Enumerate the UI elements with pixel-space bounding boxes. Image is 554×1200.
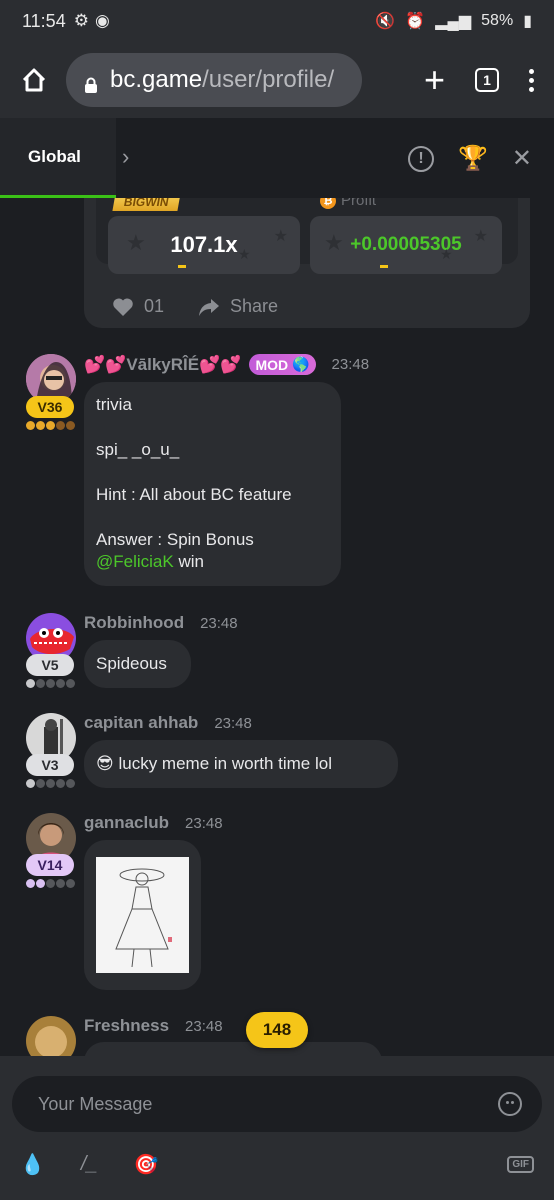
rain-drop-icon[interactable]: 💧 bbox=[20, 1152, 45, 1177]
home-icon bbox=[22, 68, 46, 92]
signal-icon: ▂▄▆ bbox=[435, 13, 472, 30]
timestamp: 23:48 bbox=[214, 714, 252, 732]
emoji-sunglasses: 😎 bbox=[96, 754, 114, 773]
message-line: Hint : All about BC feature bbox=[96, 485, 292, 504]
timestamp: 23:48 bbox=[331, 356, 370, 373]
profit-box: ★ ★ ★ +0.00005305 bbox=[310, 216, 502, 274]
mod-badge: MOD 🌎 bbox=[249, 354, 316, 375]
username[interactable]: gannaclub bbox=[84, 813, 169, 833]
message-text: win bbox=[173, 552, 204, 571]
settings-gear-icon: ⚙ bbox=[73, 11, 89, 30]
message-bubble: Spideous bbox=[84, 640, 191, 688]
message-bubble bbox=[84, 1042, 382, 1056]
vip-progress bbox=[26, 679, 75, 688]
star-icon: ★ bbox=[440, 246, 453, 262]
shared-bet-card[interactable]: BIGWIN ₿ Profit ★ ★ ★ 107.1x ★ ★ ★ +0.00… bbox=[84, 198, 530, 328]
username-row: gannaclub 23:48 bbox=[84, 813, 223, 833]
star-icon: ★ bbox=[273, 228, 288, 245]
timestamp: 23:48 bbox=[200, 614, 238, 632]
vip-progress bbox=[26, 421, 75, 430]
multiplier-value: 107.1x bbox=[170, 232, 238, 257]
message-line: Answer : Spin Bonus bbox=[96, 530, 254, 549]
star-icon: ★ bbox=[473, 228, 488, 245]
tab-global[interactable]: Global bbox=[0, 118, 116, 198]
lock-icon bbox=[84, 72, 98, 93]
vip-badge: V36 bbox=[26, 396, 74, 418]
star-icon: ★ bbox=[238, 246, 251, 262]
username-row: Robbinhood 23:48 bbox=[84, 613, 238, 633]
avatar[interactable] bbox=[26, 1016, 76, 1056]
username-row: 💕💕VālkyRÎÉ💕💕 MOD 🌎 23:48 bbox=[84, 354, 369, 375]
username[interactable]: capitan ahhab bbox=[84, 713, 198, 733]
vip-progress bbox=[26, 879, 75, 888]
globe-icon: 🌎 bbox=[292, 356, 310, 372]
command-slash-icon[interactable]: /_ bbox=[81, 1153, 98, 1176]
message-bubble: trivia spi_ _o_u_ Hint : All about BC fe… bbox=[84, 382, 341, 586]
username-row: capitan ahhab 23:48 bbox=[84, 713, 252, 733]
share-button[interactable]: Share bbox=[198, 296, 278, 317]
battery-icon: ▮ bbox=[523, 13, 532, 30]
gif-icon[interactable]: GIF bbox=[507, 1156, 534, 1173]
vip-badge: V14 bbox=[26, 854, 74, 876]
username[interactable]: 💕💕VālkyRÎÉ💕💕 bbox=[84, 355, 241, 375]
tab-global-label: Global bbox=[28, 146, 81, 166]
message-line: trivia bbox=[96, 395, 132, 414]
url-path: /user/profile/ bbox=[202, 66, 335, 93]
coindrop-icon[interactable]: 🎯 bbox=[134, 1152, 159, 1177]
trophy-icon[interactable]: 🏆 bbox=[458, 144, 488, 173]
close-icon[interactable]: ✕ bbox=[512, 144, 532, 173]
alarm-icon: ⏰ bbox=[405, 13, 426, 30]
username-row: Freshness 23:48 bbox=[84, 1016, 223, 1036]
message-input[interactable]: Your Message bbox=[12, 1076, 542, 1132]
multiplier-box: ★ ★ ★ 107.1x bbox=[108, 216, 300, 274]
bitcoin-icon: ₿ bbox=[320, 198, 336, 209]
share-icon bbox=[199, 298, 220, 316]
browser-toolbar: bc.game/user/profile/ + 1 bbox=[0, 42, 554, 118]
vip-progress bbox=[26, 779, 75, 788]
image-bubble[interactable] bbox=[84, 840, 201, 990]
chat-messages[interactable]: BIGWIN ₿ Profit ★ ★ ★ 107.1x ★ ★ ★ +0.00… bbox=[0, 198, 554, 1056]
confetti-dot bbox=[178, 265, 186, 268]
vip-badge: V5 bbox=[26, 654, 74, 676]
chevron-right-icon[interactable]: › bbox=[122, 144, 129, 170]
profit-label: ₿ Profit bbox=[320, 198, 376, 209]
like-count: 01 bbox=[144, 296, 165, 316]
emoji-icon[interactable] bbox=[498, 1092, 522, 1116]
message-text: lucky meme in worth time lol bbox=[118, 754, 332, 773]
message-bubble: 😎 lucky meme in worth time lol bbox=[84, 740, 398, 788]
address-bar[interactable]: bc.game/user/profile/ bbox=[66, 53, 362, 107]
hotspot-icon: ◉ bbox=[94, 11, 110, 30]
vip-badge: V3 bbox=[26, 754, 74, 776]
info-icon[interactable]: ! bbox=[408, 145, 434, 172]
timestamp: 23:48 bbox=[185, 1017, 223, 1035]
message-composer: Your Message 💧 /_ 🎯 GIF bbox=[0, 1056, 554, 1200]
new-messages-badge[interactable]: 148 bbox=[246, 1012, 308, 1048]
new-tab-button[interactable]: + bbox=[424, 62, 445, 98]
star-icon: ★ bbox=[324, 230, 344, 255]
status-bar: 11:54 ⚙ ◉ 🔇 ⏰ ▂▄▆ 58% ▮ bbox=[0, 0, 554, 42]
message-placeholder: Your Message bbox=[38, 1093, 153, 1114]
tab-switcher-button[interactable]: 1 bbox=[475, 68, 499, 92]
battery-percent: 58% bbox=[481, 12, 514, 29]
status-time: 11:54 bbox=[22, 10, 66, 31]
user-mention[interactable]: @FeliciaK bbox=[96, 552, 174, 571]
browser-menu-button[interactable] bbox=[529, 68, 534, 92]
message-text: Spideous bbox=[96, 654, 167, 673]
username[interactable]: Robbinhood bbox=[84, 613, 184, 633]
heart-icon bbox=[113, 297, 133, 316]
username[interactable]: Freshness bbox=[84, 1016, 169, 1036]
share-label: Share bbox=[230, 296, 279, 316]
home-button[interactable] bbox=[14, 60, 54, 100]
star-icon: ★ bbox=[126, 230, 146, 255]
message-line: spi_ _o_u_ bbox=[96, 440, 180, 459]
like-button[interactable]: 01 bbox=[112, 296, 164, 317]
url-host: bc.game bbox=[110, 66, 203, 93]
mute-icon: 🔇 bbox=[375, 13, 396, 30]
bigwin-badge: BIGWIN bbox=[112, 198, 181, 211]
timestamp: 23:48 bbox=[185, 814, 223, 832]
dress-sketch-image bbox=[96, 857, 189, 973]
chat-header: Global › ! 🏆 ✕ bbox=[0, 118, 554, 198]
confetti-dot bbox=[380, 265, 388, 268]
